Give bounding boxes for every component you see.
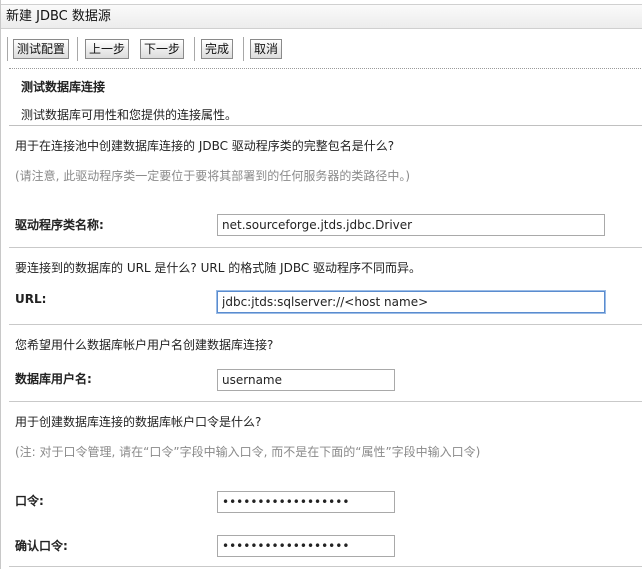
url-label: URL: xyxy=(15,292,47,306)
username-input[interactable] xyxy=(217,369,395,391)
password-question: 用于创建数据库连接的数据库帐户口令是什么? xyxy=(15,415,262,429)
wizard-toolbar: 测试配置 上一步 下一步 完成 取消 xyxy=(1,36,642,66)
window-title: 新建 JDBC 数据源 xyxy=(1,4,642,29)
driver-question: 用于在连接池中创建数据库连接的 JDBC 驱动程序类的完整包名是什么? xyxy=(15,139,395,153)
driver-class-label: 驱动程序类名称: xyxy=(15,218,104,232)
row-divider xyxy=(9,324,642,325)
toolbar-separator xyxy=(7,37,8,61)
username-question: 您希望用什么数据库帐户用户名创建数据库连接? xyxy=(15,338,274,352)
row-divider xyxy=(9,566,642,567)
cancel-button[interactable]: 取消 xyxy=(250,39,283,59)
row-divider xyxy=(9,247,642,248)
url-question: 要连接到的数据库的 URL 是什么? URL 的格式随 JDBC 驱动程序不同而… xyxy=(15,261,422,275)
section-heading: 测试数据库连接 xyxy=(21,80,106,94)
next-button[interactable]: 下一步 xyxy=(140,39,185,59)
confirm-password-label: 确认口令: xyxy=(15,539,68,553)
toolbar-separator xyxy=(77,37,78,61)
confirm-password-input[interactable] xyxy=(217,535,395,557)
toolbar-separator xyxy=(194,37,195,61)
driver-classpath-note: (请注意, 此驱动程序类一定要位于要将其部署到的任何服务器的类路径中。) xyxy=(15,169,410,183)
url-input[interactable] xyxy=(217,291,605,313)
jdbc-data-source-wizard: 新建 JDBC 数据源 测试配置 上一步 下一步 完成 取消 测试数据库连接 测… xyxy=(0,0,642,569)
password-input[interactable] xyxy=(217,491,395,513)
password-label: 口令: xyxy=(15,494,44,508)
finish-button[interactable]: 完成 xyxy=(201,39,234,59)
toolbar-divider xyxy=(9,68,642,69)
username-label: 数据库用户名: xyxy=(15,372,92,386)
section-divider xyxy=(9,125,642,126)
driver-class-input[interactable] xyxy=(217,214,605,236)
password-management-note: (注: 对于口令管理, 请在“口令”字段中输入口令, 而不是在下面的“属性”字段… xyxy=(15,445,481,459)
test-configuration-button[interactable]: 测试配置 xyxy=(13,39,70,59)
row-divider xyxy=(9,401,642,402)
previous-button[interactable]: 上一步 xyxy=(85,39,130,59)
section-description: 测试数据库可用性和您提供的连接属性。 xyxy=(21,108,238,122)
toolbar-separator xyxy=(243,37,244,61)
